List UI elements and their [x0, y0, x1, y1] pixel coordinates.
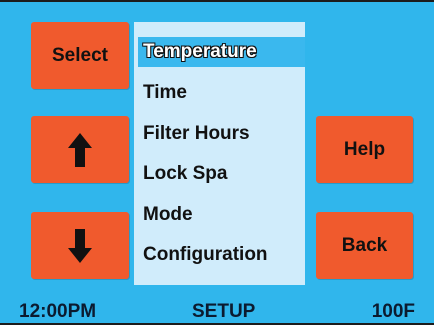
status-bar: 12:00PM SETUP 100F: [0, 297, 434, 323]
back-button[interactable]: Back: [316, 212, 413, 279]
menu-item-mode[interactable]: Mode: [134, 195, 305, 236]
select-button[interactable]: Select: [31, 22, 129, 89]
menu-item-lock-spa[interactable]: Lock Spa: [134, 154, 305, 195]
status-mode: SETUP: [192, 301, 256, 322]
menu-item-label: Time: [143, 82, 188, 103]
down-button[interactable]: [31, 212, 129, 279]
arrow-up-icon: [68, 132, 92, 167]
menu-item-time[interactable]: Time: [134, 73, 305, 114]
status-temperature: 100F: [371, 301, 415, 322]
back-button-label: Back: [341, 234, 388, 256]
setup-menu: Temperature Time Filter Hours Lock Spa M…: [134, 22, 305, 285]
up-button[interactable]: [31, 116, 129, 183]
menu-item-label: Temperature: [143, 41, 257, 62]
spa-control-screen: Select Temperature Time Filter Hours Loc…: [0, 0, 434, 325]
menu-item-filter-hours[interactable]: Filter Hours: [134, 114, 305, 155]
select-button-label: Select: [52, 44, 108, 66]
help-button-label: Help: [343, 138, 386, 160]
menu-item-label: Configuration: [143, 244, 268, 265]
menu-item-temperature[interactable]: Temperature: [138, 37, 305, 67]
arrow-down-icon: [68, 228, 92, 263]
menu-item-configuration[interactable]: Configuration: [134, 235, 305, 276]
menu-item-label: Lock Spa: [143, 163, 228, 184]
status-time: 12:00PM: [19, 301, 97, 322]
menu-item-label: Filter Hours: [143, 122, 250, 144]
menu-item-label: Mode: [143, 203, 193, 225]
help-button[interactable]: Help: [316, 116, 413, 183]
